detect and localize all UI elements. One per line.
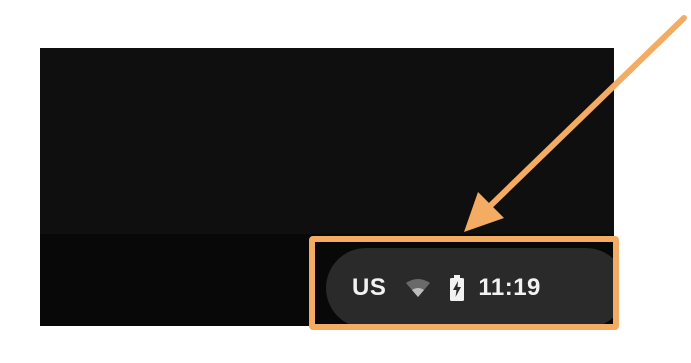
annotated-screenshot: US 11:19	[0, 0, 691, 363]
desktop-area	[40, 48, 614, 234]
highlight-box	[309, 236, 619, 330]
